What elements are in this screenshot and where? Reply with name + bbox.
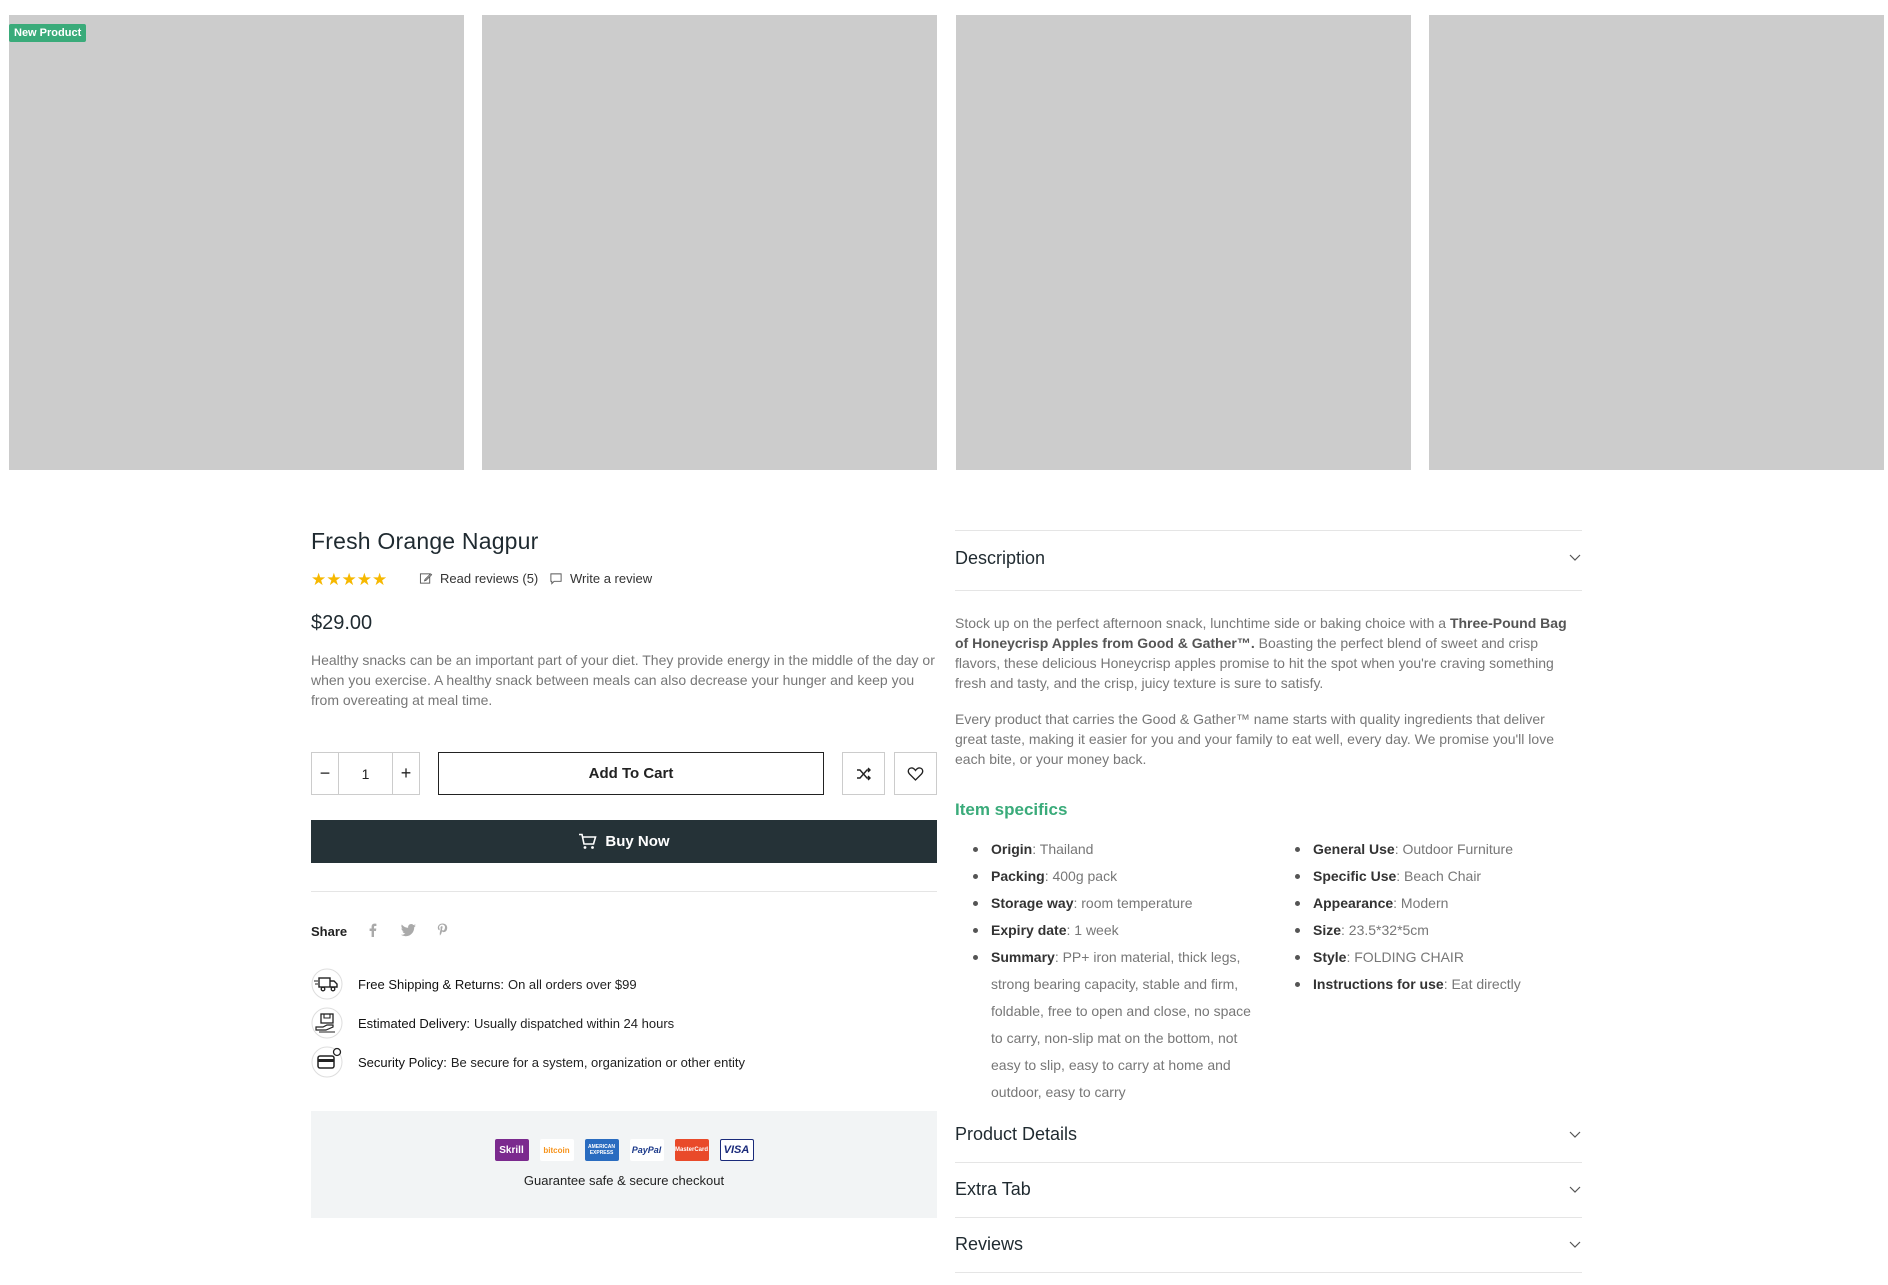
pinterest-icon[interactable]	[434, 921, 450, 939]
share-label: Share	[311, 924, 348, 939]
tab-product-details[interactable]: Product Details	[955, 1124, 1077, 1145]
twitter-icon[interactable]	[400, 921, 416, 939]
write-review-link[interactable]: Write a review	[549, 571, 652, 586]
divider	[955, 590, 1582, 591]
buy-now-button[interactable]: Buy Now	[311, 820, 937, 863]
list-item: Origin: Thailand	[955, 836, 1265, 863]
secure-checkout-box: Skrill bitcoin AMERICAN EXPRESS PayPal M…	[311, 1111, 937, 1218]
paypal-icon: PayPal	[629, 1139, 664, 1161]
security-info-row: Security Policy: Be secure for a system,…	[311, 1046, 745, 1078]
list-item: Size: 23.5*32*5cm	[1277, 917, 1587, 944]
new-product-badge: New Product	[9, 24, 87, 42]
security-value: Be secure for a system, organization or …	[450, 1054, 745, 1070]
bitcoin-icon: bitcoin	[539, 1139, 574, 1161]
buy-now-label: Buy Now	[605, 833, 670, 850]
divider	[955, 1217, 1582, 1218]
edit-icon	[419, 573, 433, 584]
product-price: $29.00	[311, 612, 373, 634]
description-paragraph-1: Stock up on the perfect afternoon snack,…	[955, 615, 1567, 691]
list-item: Storage way: room temperature	[955, 890, 1265, 917]
list-item: Specific Use: Beach Chair	[1277, 863, 1587, 890]
list-item: Appearance: Modern	[1277, 890, 1587, 917]
delivery-value: Usually dispatched within 24 hours	[473, 1015, 675, 1031]
secure-checkout-text: Guarantee safe & secure checkout	[523, 1173, 725, 1188]
shipping-value: On all orders over $99	[507, 976, 637, 992]
quantity-decrease-button[interactable]: −	[312, 753, 338, 794]
delivery-label: Estimated Delivery:	[358, 1015, 470, 1031]
list-item: Instructions for use: Eat directly	[1277, 971, 1587, 998]
list-item: General Use: Outdoor Furniture	[1277, 836, 1587, 863]
heart-icon	[907, 766, 924, 781]
shuffle-icon	[856, 767, 871, 780]
skrill-icon: Skrill	[494, 1139, 529, 1161]
product-title: Fresh Orange Nagpur	[311, 528, 539, 554]
credit-card-icon	[311, 1046, 343, 1078]
divider	[955, 1272, 1582, 1273]
product-gallery: New Product	[9, 15, 1885, 470]
truck-icon	[311, 968, 343, 1000]
read-reviews-label: Read reviews (5)	[440, 571, 539, 586]
description-paragraph-2: Every product that carries the Good & Ga…	[955, 711, 1554, 767]
delivery-box-icon	[311, 1007, 343, 1039]
shipping-info-row: Free Shipping & Returns: On all orders o…	[311, 968, 637, 1000]
add-to-cart-button[interactable]: Add To Cart	[438, 752, 824, 795]
item-specifics-right-list: General Use: Outdoor Furniture Specific …	[1277, 836, 1587, 998]
wishlist-button[interactable]	[894, 752, 937, 795]
quantity-increase-button[interactable]: +	[393, 753, 419, 794]
cart-icon	[579, 833, 597, 849]
compare-button[interactable]	[842, 752, 885, 795]
delivery-info-row: Estimated Delivery: Usually dispatched w…	[311, 1007, 674, 1039]
tab-extra[interactable]: Extra Tab	[955, 1179, 1031, 1200]
divider	[955, 530, 1582, 531]
facebook-icon[interactable]	[365, 921, 381, 939]
tab-reviews[interactable]: Reviews	[955, 1234, 1023, 1255]
divider	[955, 1162, 1582, 1163]
write-review-label: Write a review	[570, 571, 653, 586]
quantity-input[interactable]: 1	[338, 753, 393, 794]
chevron-down-icon[interactable]	[1568, 552, 1582, 562]
item-specifics-left-list: Origin: Thailand Packing: 400g pack Stor…	[955, 836, 1265, 1106]
list-item: Summary: PP+ iron material, thick legs, …	[955, 944, 1265, 1106]
quantity-stepper: − 1 +	[311, 752, 420, 795]
payment-icons: Skrill bitcoin AMERICAN EXPRESS PayPal M…	[311, 1139, 937, 1161]
list-item: Style: FOLDING CHAIR	[1277, 944, 1587, 971]
amex-icon: AMERICAN EXPRESS	[584, 1139, 619, 1161]
tab-description[interactable]: Description	[955, 548, 1045, 569]
comment-icon	[550, 573, 562, 585]
chevron-down-icon[interactable]	[1568, 1184, 1582, 1194]
security-label: Security Policy:	[358, 1054, 447, 1070]
item-specifics-title: Item specifics	[955, 800, 1068, 819]
divider	[311, 891, 937, 892]
rating-stars: ★★★★★	[311, 570, 388, 589]
read-reviews-link[interactable]: Read reviews (5)	[419, 571, 538, 586]
list-item: Expiry date: 1 week	[955, 917, 1265, 944]
product-image-1[interactable]: New Product	[9, 15, 464, 470]
product-image-3[interactable]	[956, 15, 1411, 470]
product-short-description: Healthy snacks can be an important part …	[311, 652, 935, 708]
visa-icon: VISA	[719, 1139, 754, 1161]
product-image-2[interactable]	[482, 15, 937, 470]
chevron-down-icon[interactable]	[1568, 1239, 1582, 1249]
mastercard-icon: MasterCard	[674, 1139, 709, 1161]
product-image-4[interactable]	[1429, 15, 1884, 470]
chevron-down-icon[interactable]	[1568, 1129, 1582, 1139]
shipping-label: Free Shipping & Returns:	[358, 976, 504, 992]
list-item: Packing: 400g pack	[955, 863, 1265, 890]
